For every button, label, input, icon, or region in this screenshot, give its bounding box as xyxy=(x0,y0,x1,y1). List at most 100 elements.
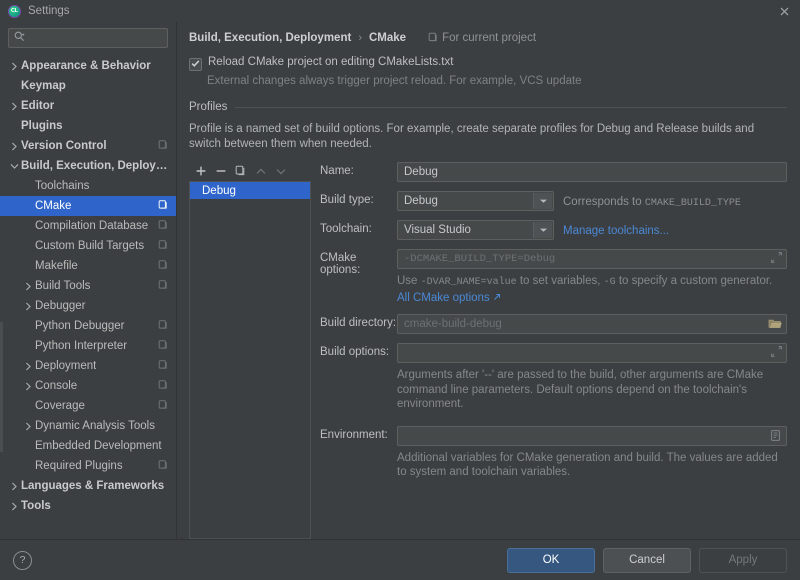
build-type-aside: Corresponds to CMAKE_BUILD_TYPE xyxy=(563,194,741,209)
dialog-body: Appearance & Behavior Keymap Editor Plugins… xyxy=(0,22,800,539)
edit-environment-icon[interactable] xyxy=(769,429,782,445)
sidebar-item-custom-build-targets[interactable]: Custom Build Targets xyxy=(0,236,176,256)
settings-dialog: CL Settings Appearance & Behavior Keymap… xyxy=(0,0,800,580)
sidebar-item-version-control[interactable]: Version Control xyxy=(0,136,176,156)
all-cmake-options-label: All CMake options xyxy=(397,291,490,304)
sidebar-item-build-tools[interactable]: Build Tools xyxy=(0,276,176,296)
cmake-options-input[interactable] xyxy=(404,253,780,265)
build-directory-input-wrapper[interactable] xyxy=(397,314,787,334)
search-input[interactable] xyxy=(28,32,162,44)
chevron-down-icon[interactable] xyxy=(8,163,21,170)
name-label: Name: xyxy=(320,165,354,177)
name-input[interactable] xyxy=(404,166,780,178)
toolchain-value: Visual Studio xyxy=(404,224,471,236)
sidebar-item-embedded-development[interactable]: Embedded Development xyxy=(0,436,176,456)
build-directory-row: Build directory: xyxy=(320,314,787,334)
browse-folder-icon[interactable] xyxy=(768,317,782,333)
reload-cmake-note: External changes always trigger project … xyxy=(207,75,582,87)
toolchain-select[interactable]: Visual Studio xyxy=(397,220,554,240)
help-button[interactable]: ? xyxy=(13,550,32,570)
expand-icon[interactable] xyxy=(770,251,783,267)
chevron-right-icon[interactable] xyxy=(8,62,21,71)
chevron-right-icon[interactable] xyxy=(8,142,21,151)
all-cmake-options-link[interactable]: All CMake options xyxy=(397,291,501,306)
sidebar-item-label: Languages & Frameworks xyxy=(21,480,165,492)
cancel-button[interactable]: Cancel xyxy=(603,547,691,573)
sidebar-item-debugger[interactable]: Debugger xyxy=(0,296,176,316)
sidebar-item-editor[interactable]: Editor xyxy=(0,96,176,116)
sidebar-item-python-interpreter[interactable]: Python Interpreter xyxy=(0,336,176,356)
sidebar-item-appearance-behavior[interactable]: Appearance & Behavior xyxy=(0,56,176,76)
chevron-right-icon[interactable] xyxy=(22,422,35,431)
project-scope-icon xyxy=(158,140,168,153)
breadcrumb-current: CMake xyxy=(368,32,407,44)
remove-profile-button[interactable] xyxy=(211,163,230,180)
sidebar-item-dynamic-analysis-tools[interactable]: Dynamic Analysis Tools xyxy=(0,416,176,436)
project-scope-icon xyxy=(158,240,168,253)
chevron-right-icon[interactable] xyxy=(8,502,21,511)
hint-text-2: to set variables, xyxy=(516,275,604,287)
environment-hint: Additional variables for CMake generatio… xyxy=(397,451,778,479)
name-input-wrapper[interactable] xyxy=(397,162,787,182)
reload-cmake-checkbox[interactable] xyxy=(189,58,202,71)
sidebar-item-label: Build Tools xyxy=(35,280,91,292)
name-row: Name: xyxy=(320,162,787,182)
cmake-options-input-wrapper[interactable] xyxy=(397,249,787,269)
environment-input-wrapper[interactable] xyxy=(397,425,787,446)
build-options-input[interactable] xyxy=(404,347,780,359)
chevron-right-icon[interactable] xyxy=(22,382,35,391)
chevron-right-icon[interactable] xyxy=(22,362,35,371)
sidebar-item-python-debugger[interactable]: Python Debugger xyxy=(0,316,176,336)
settings-tree[interactable]: Appearance & Behavior Keymap Editor Plugins… xyxy=(0,55,176,539)
sidebar-item-tools[interactable]: Tools xyxy=(0,496,176,516)
build-options-input-wrapper[interactable] xyxy=(397,343,787,363)
project-scope-label: For current project xyxy=(428,32,536,45)
project-scope-icon xyxy=(428,32,438,45)
sidebar-item-coverage[interactable]: Coverage xyxy=(0,396,176,416)
build-type-select[interactable]: Debug xyxy=(397,191,554,211)
profile-list[interactable]: Debug xyxy=(189,181,311,539)
cmake-options-hint: Use -DVAR_NAME=value to set variables, -… xyxy=(397,274,787,305)
chevron-right-icon[interactable] xyxy=(8,482,21,491)
sidebar-item-build-execution-deployment[interactable]: Build, Execution, Deployment xyxy=(0,156,176,176)
sidebar-item-compilation-database[interactable]: Compilation Database xyxy=(0,216,176,236)
sidebar-item-required-plugins[interactable]: Required Plugins xyxy=(0,456,176,476)
sidebar-item-label: CMake xyxy=(35,200,72,212)
close-icon[interactable] xyxy=(776,3,792,19)
sidebar-item-label: Console xyxy=(35,380,78,392)
sidebar-item-label: Compilation Database xyxy=(35,220,149,232)
build-directory-input[interactable] xyxy=(404,318,780,330)
breadcrumb-parent[interactable]: Build, Execution, Deployment xyxy=(189,32,351,44)
sidebar-item-keymap[interactable]: Keymap xyxy=(0,76,176,96)
manage-toolchains-link[interactable]: Manage toolchains... xyxy=(563,223,669,237)
sidebar-item-console[interactable]: Console xyxy=(0,376,176,396)
sidebar-item-cmake[interactable]: CMake xyxy=(0,196,176,216)
sidebar-item-languages-frameworks[interactable]: Languages & Frameworks xyxy=(0,476,176,496)
sidebar-item-label: Dynamic Analysis Tools xyxy=(35,420,155,432)
expand-icon[interactable] xyxy=(770,345,783,361)
add-profile-button[interactable] xyxy=(191,163,210,180)
project-scope-icon xyxy=(158,200,168,213)
profiles-group-rule xyxy=(235,106,787,108)
project-scope-icon xyxy=(158,380,168,393)
sidebar-item-makefile[interactable]: Makefile xyxy=(0,256,176,276)
sidebar-item-toolchains[interactable]: Toolchains xyxy=(0,176,176,196)
profile-list-item[interactable]: Debug xyxy=(190,182,310,199)
sidebar-item-label: Tools xyxy=(21,500,51,512)
breadcrumb-separator: › xyxy=(358,32,362,44)
hint-text-1: Use xyxy=(397,275,421,287)
copy-profile-button[interactable] xyxy=(231,163,250,180)
environment-input[interactable] xyxy=(404,429,780,442)
sidebar-item-deployment[interactable]: Deployment xyxy=(0,356,176,376)
chevron-right-icon[interactable] xyxy=(22,302,35,311)
search-box[interactable] xyxy=(8,28,168,48)
project-scope-icon xyxy=(158,220,168,233)
ok-button[interactable]: OK xyxy=(507,547,595,573)
chevron-right-icon[interactable] xyxy=(22,282,35,291)
reload-cmake-checkbox-row[interactable]: Reload CMake project on editing CMakeLis… xyxy=(189,56,787,71)
profile-list-column: Debug xyxy=(189,162,311,539)
sidebar-item-plugins[interactable]: Plugins xyxy=(0,116,176,136)
sidebar-item-label: Python Interpreter xyxy=(35,340,128,352)
move-up-button xyxy=(251,163,270,180)
chevron-right-icon[interactable] xyxy=(8,102,21,111)
